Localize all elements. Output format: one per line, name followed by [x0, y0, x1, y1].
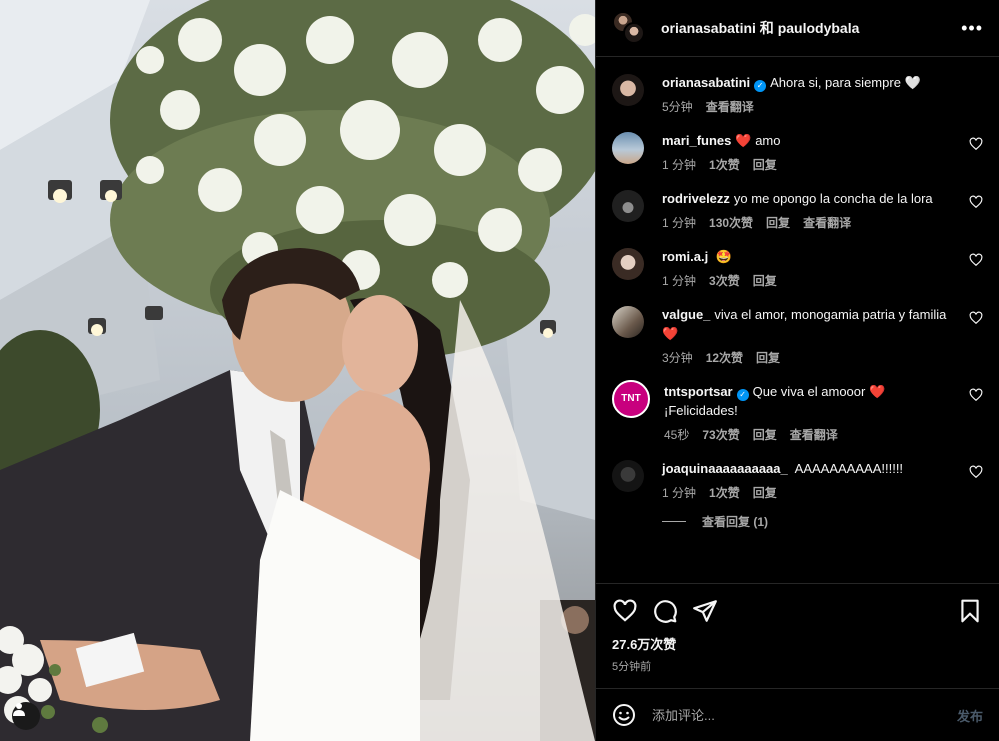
comment-likes[interactable]: 130次赞 [709, 214, 753, 231]
avatar[interactable] [612, 190, 644, 222]
post-actions [596, 584, 999, 638]
emoji-icon[interactable] [612, 703, 636, 727]
comment-likes[interactable]: 1次赞 [709, 484, 740, 501]
list-item: romi.a.j 🤩 1 分钟 3次赞 回复 [612, 247, 983, 289]
reply-button[interactable]: 回复 [753, 272, 777, 289]
heart-icon[interactable] [969, 253, 983, 267]
heart-icon[interactable] [969, 388, 983, 402]
comment-username[interactable]: tntsportsar [664, 384, 733, 399]
reply-button[interactable]: 回复 [753, 156, 777, 173]
reply-button[interactable]: 回复 [766, 214, 790, 231]
comments-list[interactable]: orianasabatini ✓ Ahora si, para siempre 🤍 … [596, 57, 999, 584]
more-icon[interactable]: ••• [961, 18, 983, 39]
translate-link[interactable]: 查看翻译 [706, 98, 754, 115]
translate-link[interactable]: 查看翻译 [790, 426, 838, 443]
avatar [623, 22, 645, 44]
avatar[interactable] [612, 306, 644, 338]
comment-text-line2: ¡Felicidades! [664, 403, 738, 418]
comment-username[interactable]: joaquinaaaaaaaaaa_ [662, 461, 788, 476]
heart-icon[interactable] [969, 195, 983, 209]
post-caption: orianasabatini ✓ Ahora si, para siempre 🤍 … [612, 73, 983, 115]
comment-likes[interactable]: 12次赞 [706, 349, 743, 366]
translate-link[interactable]: 查看翻译 [803, 214, 851, 231]
user-tag-button[interactable] [12, 702, 40, 730]
heart-emoji: ❤️ [735, 133, 752, 148]
avatar[interactable] [612, 248, 644, 280]
reply-button[interactable]: 回复 [753, 426, 777, 443]
reply-button[interactable]: 回复 [753, 484, 777, 501]
view-replies-label: 查看回复 (1) [702, 515, 769, 529]
comment-text: 🤩 [715, 249, 733, 264]
comment-icon[interactable] [652, 598, 678, 624]
heart-icon[interactable] [612, 598, 638, 624]
tnt-logo-icon: TNT [621, 393, 641, 404]
post-comment-button[interactable]: 发布 [957, 706, 983, 725]
heart-emoji: ❤️ [662, 326, 679, 341]
list-item: valgue_ viva el amor, monogamia patria y … [612, 305, 983, 366]
add-comment-bar: 发布 [596, 688, 999, 741]
comment-input[interactable] [652, 707, 957, 723]
post-side-panel: orianasabatini 和 paulodybala ••• orianas… [595, 0, 999, 741]
comment-time[interactable]: 1 分钟 [662, 272, 696, 289]
comment-text: viva el amor, monogamia patria y familia [714, 307, 947, 322]
comment-text: amo [755, 133, 781, 148]
post-photo [0, 0, 595, 741]
comment-likes[interactable]: 3次赞 [709, 272, 740, 289]
collab-avatars[interactable] [612, 11, 646, 45]
list-item: mari_funes ❤️ amo 1 分钟 1次赞 回复 [612, 131, 983, 173]
comment-text: yo me opongo la concha de la lora [733, 191, 933, 206]
comment-text: Que viva el amooor [752, 384, 866, 399]
heart-emoji: ❤️ [868, 384, 886, 399]
comment-time[interactable]: 1 分钟 [662, 156, 696, 173]
verified-badge-icon: ✓ [736, 389, 749, 401]
comment-username[interactable]: romi.a.j [662, 249, 708, 264]
reply-button[interactable]: 回复 [756, 349, 780, 366]
comment-likes[interactable]: 1次赞 [709, 156, 740, 173]
post-authors[interactable]: orianasabatini 和 paulodybala [661, 18, 961, 38]
avatar[interactable] [612, 132, 644, 164]
heart-icon[interactable] [969, 311, 983, 325]
likes-count[interactable]: 27.6万次赞 [596, 634, 999, 653]
view-replies-button[interactable]: 查看回复 (1) [662, 513, 983, 530]
comment-time[interactable]: 45秒 [664, 426, 689, 443]
comment-likes[interactable]: 73次赞 [702, 426, 739, 443]
wedding-kiss-image [0, 0, 595, 741]
comment-time[interactable]: 1 分钟 [662, 214, 696, 231]
caption-username[interactable]: orianasabatini [662, 75, 750, 90]
user-icon [13, 703, 25, 716]
comment-time[interactable]: 1 分钟 [662, 484, 696, 501]
caption-text: Ahora si, para siempre 🤍 [770, 75, 921, 90]
list-item: TNT tntsportsar ✓ Que viva el amooor ❤️ ¡F… [612, 380, 983, 443]
comment-username[interactable]: rodrivelezz [662, 191, 730, 206]
post-header: orianasabatini 和 paulodybala ••• [596, 0, 999, 57]
divider [662, 521, 686, 522]
avatar[interactable] [612, 74, 644, 106]
send-icon[interactable] [692, 598, 718, 624]
comment-username[interactable]: mari_funes [662, 133, 731, 148]
heart-icon[interactable] [969, 465, 983, 479]
comment-username[interactable]: valgue_ [662, 307, 710, 322]
comment-text: AAAAAAAAAA!!!!!! [794, 461, 904, 476]
caption-time[interactable]: 5分钟 [662, 98, 693, 115]
bookmark-icon[interactable] [957, 598, 983, 624]
heart-icon[interactable] [969, 137, 983, 151]
list-item: joaquinaaaaaaaaaa_ AAAAAAAAAA!!!!!! 1 分钟… [612, 459, 983, 501]
avatar[interactable]: TNT [612, 380, 650, 418]
avatar[interactable] [612, 460, 644, 492]
post-timestamp[interactable]: 5分钟前 [596, 658, 999, 674]
list-item: rodrivelezz yo me opongo la concha de la … [612, 189, 983, 231]
comment-time[interactable]: 3分钟 [662, 349, 693, 366]
verified-badge-icon: ✓ [754, 80, 767, 92]
